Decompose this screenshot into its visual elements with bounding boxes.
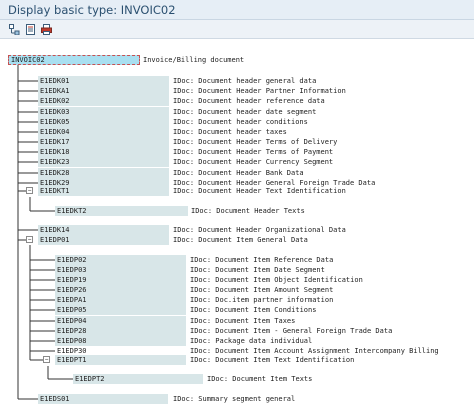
- tree-node-e1edk23[interactable]: E1EDK23: [38, 157, 169, 167]
- tree-node-e1eds01-desc: IDoc: Summary segment general: [173, 395, 296, 403]
- tree-node-e1edk18[interactable]: E1EDK18: [38, 147, 169, 157]
- tree-node-e1edkt1[interactable]: E1EDKT1: [38, 186, 169, 196]
- tree-node-e1edp02[interactable]: E1EDP02: [55, 255, 186, 265]
- tree-node-e1edpt1[interactable]: E1EDPT1: [55, 355, 186, 365]
- tree-node-e1edpt1-desc: IDoc: Document Item Text Identification: [190, 356, 355, 364]
- tree-node-e1edp02-desc: IDoc: Document Item Reference Data: [190, 256, 334, 264]
- tree-node-e1edp28-desc: IDoc: Document Item - General Foreign Tr…: [190, 327, 393, 335]
- tree-node-e1edk03[interactable]: E1EDK03: [38, 107, 169, 117]
- toolbar: [0, 20, 474, 39]
- tree-node-e1edk17-desc: IDoc: Document Header Terms of Delivery: [173, 138, 338, 146]
- tree-node-e1edk01[interactable]: E1EDK01: [38, 76, 169, 86]
- tree-node-e1edpa1[interactable]: E1EDPA1: [55, 295, 186, 305]
- tree-expand-icon[interactable]: [8, 23, 20, 35]
- tree-node-e1edp03-desc: IDoc: Document Item Date Segment: [190, 266, 325, 274]
- tree-node-e1eds01[interactable]: E1EDS01: [38, 394, 168, 404]
- tree-node-e1edk05[interactable]: E1EDK05: [38, 117, 169, 127]
- segment-tree: INVOIC02 Invoice/Billing document E1EDK0…: [0, 39, 474, 416]
- tree-node-e1edp26-desc: IDoc: Document Item Amount Segment: [190, 286, 334, 294]
- tree-node-e1edp19-desc: IDoc: Document Item Object Identificatio…: [190, 276, 363, 284]
- tree-node-invoic02[interactable]: INVOIC02: [8, 55, 140, 65]
- tree-node-e1edk05-desc: IDoc: Document header conditions: [173, 118, 308, 126]
- tree-node-e1edk03-desc: IDoc: Document header date segment: [173, 108, 317, 116]
- tree-node-e1edk04-desc: IDoc: Document header taxes: [173, 128, 287, 136]
- tree-node-e1edk04[interactable]: E1EDK04: [38, 127, 169, 137]
- tree-node-e1edp08[interactable]: E1EDP08: [55, 336, 186, 346]
- print-icon[interactable]: [40, 23, 52, 35]
- tree-node-e1edp01-collapse-icon[interactable]: −: [26, 236, 33, 243]
- tree-node-e1edpt2[interactable]: E1EDPT2: [73, 374, 203, 384]
- tree-node-e1edp05-desc: IDoc: Document Item Conditions: [190, 306, 317, 314]
- window-title: Display basic type: INVOIC02: [8, 3, 176, 17]
- tree-node-e1edkt2-desc: IDoc: Document Header Texts: [191, 207, 305, 215]
- tree-node-e1edp05[interactable]: E1EDP05: [55, 305, 186, 315]
- tree-node-e1edkt1-collapse-icon[interactable]: −: [26, 187, 33, 194]
- tree-node-e1edp19[interactable]: E1EDP19: [55, 275, 186, 285]
- tree-node-e1edp04[interactable]: E1EDP04: [55, 316, 186, 326]
- tree-node-e1edp08-desc: IDoc: Package data individual: [190, 337, 313, 345]
- tree-node-e1edkt1-desc: IDoc: Document Header Text Identificatio…: [173, 187, 346, 195]
- tree-node-e1edpa1-desc: IDoc: Doc.item partner information: [190, 296, 334, 304]
- tree-node-e1edk28[interactable]: E1EDK28: [38, 168, 169, 178]
- tree-node-e1edp28[interactable]: E1EDP28: [55, 326, 186, 336]
- tree-node-e1edpt2-desc: IDoc: Document Item Texts: [207, 375, 313, 383]
- tree-node-e1edk14[interactable]: E1EDK14: [38, 225, 169, 235]
- tree-node-e1edk02-desc: IDoc: Document header reference data: [173, 97, 325, 105]
- tree-node-e1edk28-desc: IDoc: Document Header Bank Data: [173, 169, 304, 177]
- documentation-icon[interactable]: [24, 23, 36, 35]
- tree-node-invoic02-desc: Invoice/Billing document: [143, 56, 245, 64]
- tree-node-e1edp01-desc: IDoc: Document Item General Data: [173, 236, 308, 244]
- tree-node-e1edk14-desc: IDoc: Document Header Organizational Dat…: [173, 226, 346, 234]
- tree-node-e1edp26[interactable]: E1EDP26: [55, 285, 186, 295]
- tree-node-e1edkt2[interactable]: E1EDKT2: [55, 206, 188, 216]
- tree-node-e1edp03[interactable]: E1EDP03: [55, 265, 186, 275]
- tree-node-e1edk18-desc: IDoc: Document Header Terms of Payment: [173, 148, 334, 156]
- tree-node-e1edk02[interactable]: E1EDK02: [38, 96, 169, 106]
- title-bar: Display basic type: INVOIC02: [0, 0, 474, 20]
- tree-node-e1edk23-desc: IDoc: Document Header Currency Segment: [173, 158, 334, 166]
- tree-node-e1edp01[interactable]: E1EDP01: [38, 235, 169, 245]
- tree-node-e1edp04-desc: IDoc: Document Item Taxes: [190, 317, 296, 325]
- tree-node-e1edk01-desc: IDoc: Document header general data: [173, 77, 317, 85]
- tree-node-e1edk17[interactable]: E1EDK17: [38, 137, 169, 147]
- tree-node-e1edka1-desc: IDoc: Document Header Partner Informatio…: [173, 87, 346, 95]
- tree-node-e1edka1[interactable]: E1EDKA1: [38, 86, 169, 96]
- tree-node-e1edpt1-collapse-icon[interactable]: −: [43, 356, 50, 363]
